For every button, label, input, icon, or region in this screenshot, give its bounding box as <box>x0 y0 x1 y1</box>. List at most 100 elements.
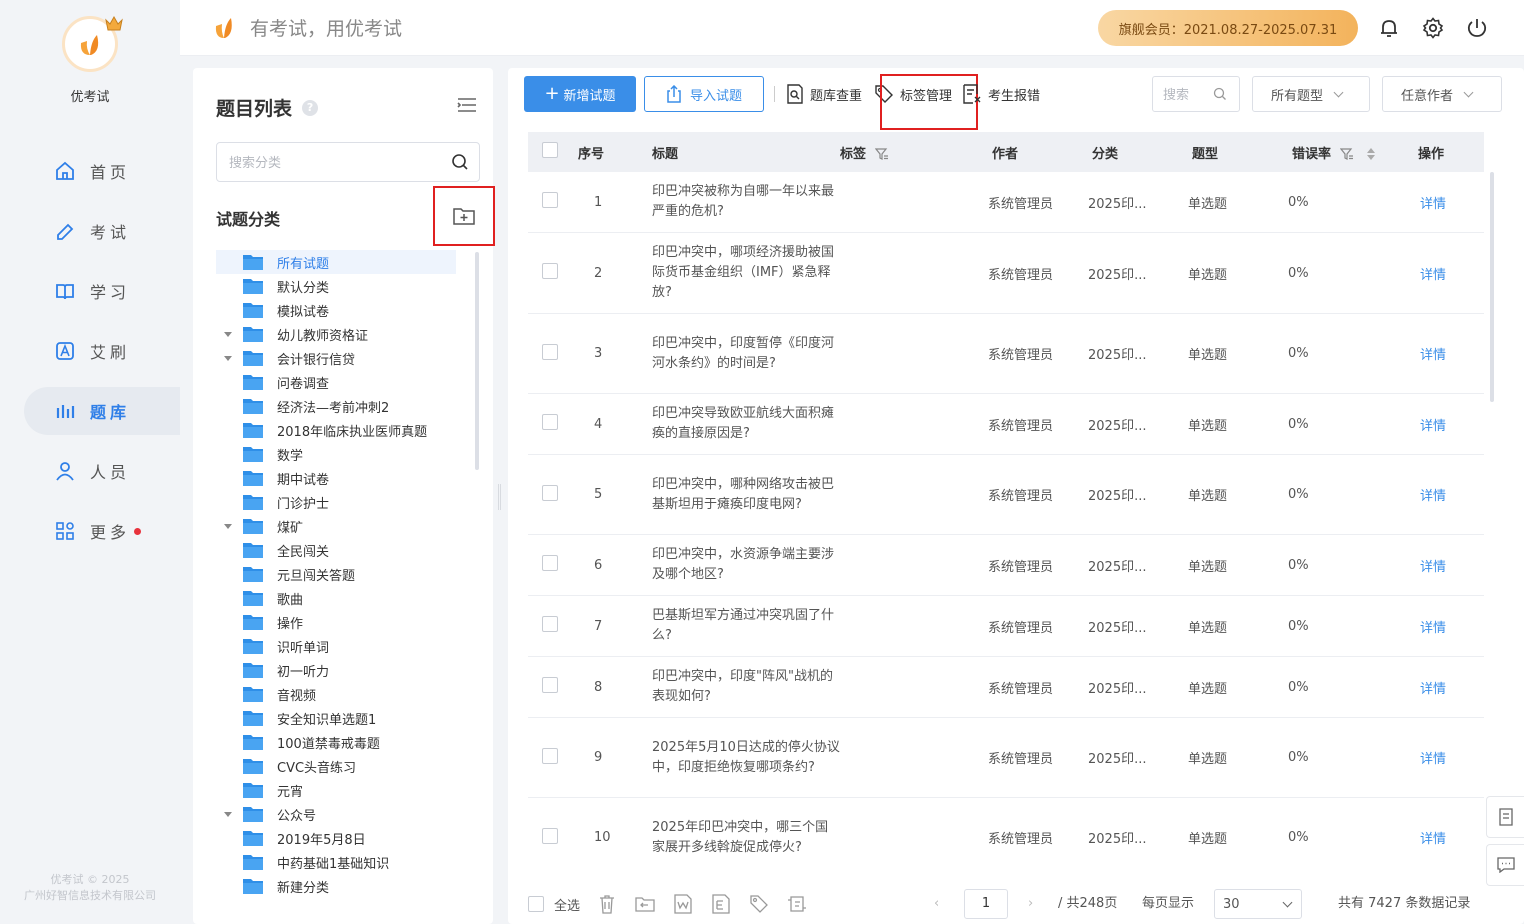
select-all-checkbox[interactable] <box>528 896 544 912</box>
tree-item[interactable]: 幼儿教师资格证 <box>216 322 456 346</box>
cell-checkbox[interactable] <box>528 454 578 535</box>
detail-link[interactable]: 详情 <box>1402 595 1484 657</box>
vip-membership-badge[interactable]: 旗舰会员：2021.08.27-2025.07.31 <box>1098 10 1358 46</box>
table-row[interactable]: 1 印巴冲突被称为自哪一年以来最严重的危机? 系统管理员 2025印... 单选题 0% 详… <box>528 172 1484 233</box>
table-row[interactable]: 5 印巴冲突中，哪种网络攻击被巴基斯坦用于瘫痪印度电网? 系统管理员 2025印...… <box>528 454 1484 535</box>
row-checkbox[interactable] <box>542 677 558 693</box>
tree-item[interactable]: 期中试卷 <box>216 466 456 490</box>
tree-item[interactable]: 2019年5月8日 <box>216 826 456 850</box>
caret-down-icon[interactable] <box>224 811 232 817</box>
question-search[interactable] <box>1152 76 1240 112</box>
filter-icon[interactable] <box>1339 147 1354 161</box>
tree-item[interactable]: 新建分类 <box>216 874 456 898</box>
next-page-icon[interactable]: › <box>1028 886 1033 922</box>
question-search-input[interactable] <box>1163 86 1213 102</box>
dedupe-button[interactable]: 题库查重 <box>786 76 862 112</box>
detail-link[interactable]: 详情 <box>1402 172 1484 233</box>
table-row[interactable]: 6 印巴冲突中，水资源争端主要涉及哪个地区? 系统管理员 2025印... 单选题 0% 详… <box>528 534 1484 596</box>
nav-item-study[interactable]: 学习 <box>24 267 180 315</box>
prev-page-icon[interactable]: ‹ <box>934 886 939 922</box>
sort-icon[interactable] <box>1366 147 1376 161</box>
tree-item[interactable]: 操作 <box>216 610 456 634</box>
cell-checkbox[interactable] <box>528 232 578 314</box>
export-excel-icon[interactable] <box>710 893 732 915</box>
tree-item[interactable]: 会计银行信贷 <box>216 346 456 370</box>
tree-item[interactable]: 问卷调查 <box>216 370 456 394</box>
tree-item[interactable]: 中药基础1基础知识 <box>216 850 456 874</box>
row-checkbox[interactable] <box>542 414 558 430</box>
tree-item[interactable]: 默认分类 <box>216 274 456 298</box>
row-checkbox[interactable] <box>542 827 558 844</box>
cell-checkbox[interactable] <box>528 172 578 233</box>
cell-checkbox[interactable] <box>528 534 578 596</box>
app-logo[interactable] <box>62 15 123 74</box>
gear-icon[interactable] <box>1421 16 1445 40</box>
float-chat-button[interactable] <box>1486 844 1524 886</box>
nav-item-people[interactable]: 人员 <box>24 447 180 495</box>
cell-checkbox[interactable] <box>528 595 578 657</box>
detail-link[interactable]: 详情 <box>1402 313 1484 394</box>
add-category-button[interactable] <box>433 186 495 246</box>
question-type-select[interactable]: 所有题型 <box>1252 76 1370 112</box>
row-checkbox[interactable] <box>542 747 558 764</box>
table-row[interactable]: 3 印巴冲突中，印度暂停《印度河河水条约》的时间是? 系统管理员 2025印... 单选… <box>528 313 1484 394</box>
page-number-input[interactable]: 1 <box>964 889 1008 919</box>
author-select[interactable]: 任意作者 <box>1382 76 1502 112</box>
tree-item[interactable]: CVC头音练习 <box>216 754 456 778</box>
report-error-button[interactable]: 考生报错 <box>962 76 1040 112</box>
row-checkbox[interactable] <box>542 555 558 571</box>
nav-item-more[interactable]: 更多 <box>24 507 180 555</box>
search-icon[interactable] <box>451 153 469 171</box>
row-checkbox[interactable] <box>542 343 558 360</box>
cell-checkbox[interactable] <box>528 313 578 394</box>
category-search-input[interactable] <box>229 154 451 170</box>
search-icon[interactable] <box>1213 87 1227 101</box>
row-checkbox[interactable] <box>542 192 558 208</box>
nav-item-aishua[interactable]: 艾刷 <box>24 327 180 375</box>
help-icon[interactable]: ? <box>302 99 319 116</box>
tree-item[interactable]: 元宵 <box>216 778 456 802</box>
tree-item[interactable]: 音视频 <box>216 682 456 706</box>
tree-item[interactable]: 经济法—考前冲刺2 <box>216 394 456 418</box>
batch-tag-icon[interactable] <box>748 893 770 915</box>
cell-checkbox[interactable] <box>528 393 578 455</box>
tree-item[interactable]: 2018年临床执业医师真题 <box>216 418 456 442</box>
panel-resize-handle[interactable] <box>498 484 501 510</box>
tree-scrollbar[interactable] <box>475 252 479 470</box>
caret-down-icon[interactable] <box>224 523 232 529</box>
table-row[interactable]: 9 2025年5月10日达成的停火协议中，印度拒绝恢复哪项条约? 系统管理员 2025… <box>528 717 1484 798</box>
detail-link[interactable]: 详情 <box>1402 717 1484 798</box>
power-icon[interactable] <box>1465 16 1489 40</box>
row-checkbox[interactable] <box>542 484 558 501</box>
tree-item[interactable]: 识听单词 <box>216 634 456 658</box>
tree-item[interactable]: 安全知识单选题1 <box>216 706 456 730</box>
select-all-header-checkbox[interactable] <box>542 142 558 158</box>
nav-item-question-bank[interactable]: 题库 <box>24 387 180 435</box>
detail-link[interactable]: 详情 <box>1402 797 1484 872</box>
tree-item[interactable]: 数学 <box>216 442 456 466</box>
cell-checkbox[interactable] <box>528 797 578 872</box>
table-row[interactable]: 7 巴基斯坦军方通过冲突巩固了什么? 系统管理员 2025印... 单选题 0% 详情 <box>528 595 1484 657</box>
table-row[interactable]: 10 2025年印巴冲突中，哪三个国家展开多线斡旋促成停火? 系统管理员 2025印.… <box>528 797 1484 872</box>
row-checkbox[interactable] <box>542 263 558 279</box>
batch-edit-icon[interactable] <box>786 893 808 915</box>
cell-checkbox[interactable] <box>528 717 578 798</box>
select-all-label[interactable]: 全选 <box>554 895 580 914</box>
delete-icon[interactable] <box>596 893 618 915</box>
per-page-select[interactable]: 30 <box>1214 889 1302 919</box>
detail-link[interactable]: 详情 <box>1402 534 1484 596</box>
col-header-tag[interactable]: 标签 <box>840 132 972 172</box>
tree-item[interactable]: 元旦闯关答题 <box>216 562 456 586</box>
detail-link[interactable]: 详情 <box>1402 454 1484 535</box>
bell-icon[interactable] <box>1377 16 1401 40</box>
caret-down-icon[interactable] <box>224 331 232 337</box>
add-question-button[interactable]: + 新增试题 <box>524 76 636 112</box>
cell-checkbox[interactable] <box>528 656 578 718</box>
table-row[interactable]: 8 印巴冲突中，印度"阵风"战机的表现如何? 系统管理员 2025印... 单选题 0% 详… <box>528 656 1484 718</box>
tree-item[interactable]: 100道禁毒戒毒题 <box>216 730 456 754</box>
detail-link[interactable]: 详情 <box>1402 232 1484 314</box>
table-row[interactable]: 4 印巴冲突导致欧亚航线大面积瘫痪的直接原因是? 系统管理员 2025印... 单选题 0… <box>528 393 1484 455</box>
tree-item[interactable]: 歌曲 <box>216 586 456 610</box>
tree-item[interactable]: 所有试题 <box>216 250 456 274</box>
nav-item-exam[interactable]: 考试 <box>24 207 180 255</box>
